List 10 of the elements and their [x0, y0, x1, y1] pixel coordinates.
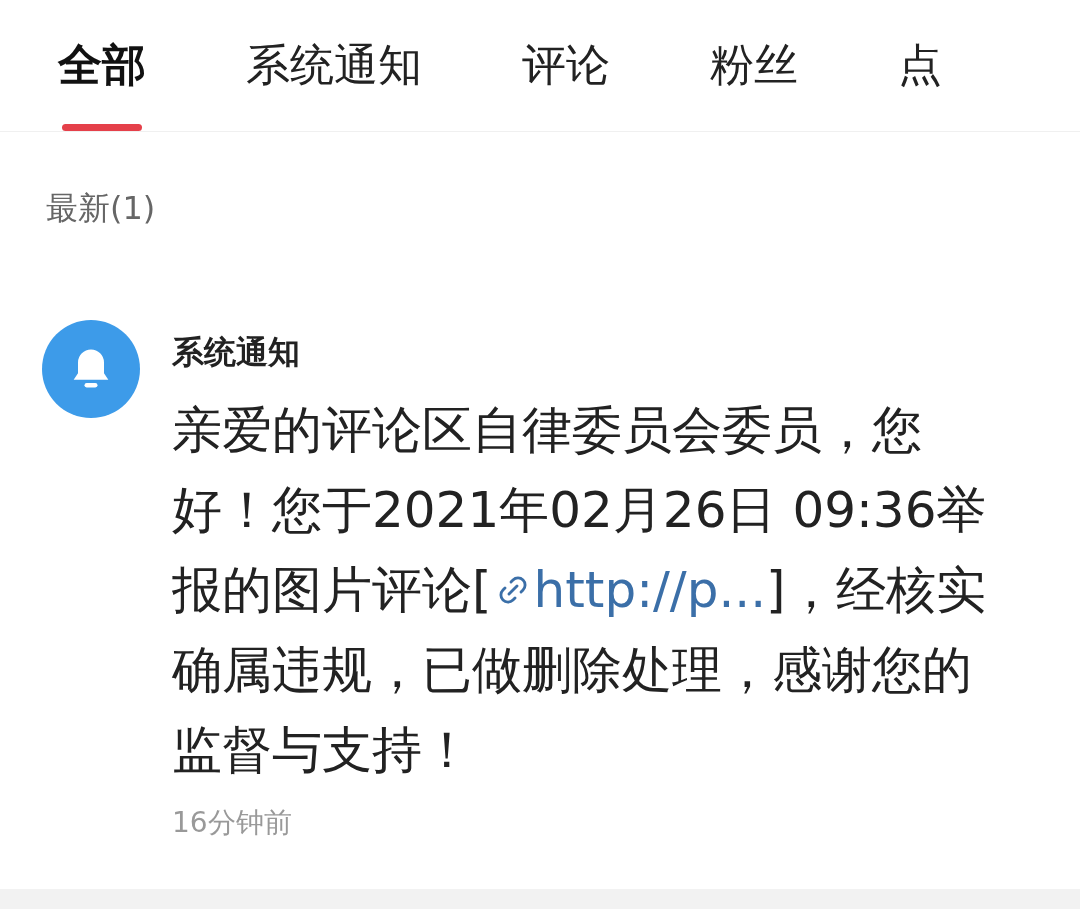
tab[interactable]: 点 [898, 0, 942, 131]
tab[interactable]: 全部 [58, 0, 146, 131]
section-label: 最新(1) [46, 189, 156, 227]
timestamp: 16分钟前 [172, 805, 293, 841]
notification-title: 系统通知 [172, 332, 301, 373]
tab[interactable]: 系统通知 [246, 0, 422, 131]
link[interactable]: http://p... [491, 550, 767, 630]
notification-message: 亲爱的评论区自律委员会委员，您好！您于2021年02月26日 09:36举报的图片评论[ http://p...]，经核实确属违规，已做删除处理，感谢您的监督与支持！ [172, 400, 988, 781]
tab[interactable]: 粉丝 [710, 0, 798, 131]
tab[interactable]: 评论 [522, 0, 610, 131]
